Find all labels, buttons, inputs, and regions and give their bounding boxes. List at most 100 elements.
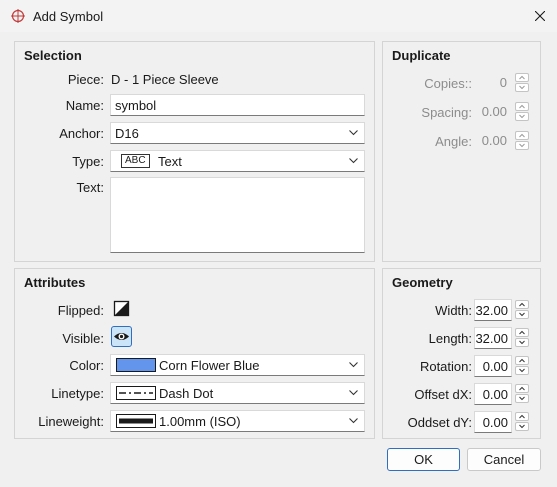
piece-label: Piece: bbox=[67, 72, 104, 87]
width-up-arrow[interactable] bbox=[515, 300, 529, 309]
chevron-up-icon bbox=[519, 414, 525, 419]
copies-value: 0 bbox=[499, 75, 507, 90]
spacing-value: 0.00 bbox=[481, 104, 507, 119]
app-crosshair-icon bbox=[11, 9, 25, 23]
chevron-down-icon bbox=[519, 424, 525, 429]
chevron-up-icon bbox=[519, 75, 525, 80]
chevron-up-icon bbox=[519, 330, 525, 335]
chevron-up-icon bbox=[519, 104, 525, 109]
chevron-down-icon bbox=[349, 362, 358, 368]
chevron-down-icon bbox=[519, 143, 525, 148]
offset-dy-label: Oddset dY: bbox=[407, 415, 472, 430]
offset-dx-spinner[interactable]: 0.00 bbox=[474, 383, 529, 405]
lineweight-select[interactable]: 1.00mm (ISO) bbox=[110, 410, 365, 432]
chevron-up-icon bbox=[519, 358, 525, 363]
name-input-value: symbol bbox=[115, 98, 157, 113]
cancel-button[interactable]: Cancel bbox=[467, 448, 541, 471]
text-area[interactable] bbox=[110, 177, 365, 253]
color-label: Color: bbox=[69, 358, 104, 373]
offset-dx-value[interactable]: 0.00 bbox=[474, 383, 512, 405]
close-icon bbox=[535, 11, 545, 21]
anchor-select-value: D16 bbox=[115, 126, 139, 141]
linetype-label: Linetype: bbox=[51, 386, 104, 401]
chevron-up-icon bbox=[519, 386, 525, 391]
thick-line-icon bbox=[116, 414, 156, 428]
text-type-icon: ABC bbox=[121, 154, 150, 168]
flipped-label: Flipped: bbox=[57, 303, 104, 318]
anchor-select[interactable]: D16 bbox=[110, 122, 365, 144]
copies-spinner: 0 bbox=[476, 72, 529, 94]
chevron-down-icon bbox=[519, 340, 525, 345]
width-label: Width: bbox=[435, 303, 472, 318]
angle-value: 0.00 bbox=[481, 133, 507, 148]
linetype-select-value: Dash Dot bbox=[159, 386, 214, 401]
linetype-select[interactable]: Dash Dot bbox=[110, 382, 365, 404]
offset-dy-down-arrow[interactable] bbox=[515, 422, 529, 431]
chevron-down-icon bbox=[349, 158, 358, 164]
offset-dy-up-arrow[interactable] bbox=[515, 412, 529, 421]
lineweight-label: Lineweight: bbox=[38, 414, 104, 429]
chevron-down-icon bbox=[519, 312, 525, 317]
width-spinner[interactable]: 32.00 bbox=[474, 299, 529, 321]
flipped-toggle[interactable] bbox=[112, 299, 131, 318]
spacing-down-arrow bbox=[515, 112, 529, 121]
spacing-label: Spacing: bbox=[421, 105, 472, 120]
visible-toggle[interactable] bbox=[111, 326, 132, 347]
ok-button[interactable]: OK bbox=[387, 448, 460, 471]
chevron-down-icon bbox=[519, 368, 525, 373]
type-select[interactable]: ABC Text bbox=[110, 150, 365, 172]
eye-icon bbox=[114, 333, 129, 340]
attributes-title: Attributes bbox=[24, 275, 86, 290]
offset-dy-spinner[interactable]: 0.00 bbox=[474, 411, 529, 433]
rotation-value[interactable]: 0.00 bbox=[474, 355, 512, 377]
color-select[interactable]: Corn Flower Blue bbox=[110, 354, 365, 376]
copies-down-arrow bbox=[515, 83, 529, 92]
chevron-down-icon bbox=[519, 114, 525, 119]
offset-dx-up-arrow[interactable] bbox=[515, 384, 529, 393]
window-title: Add Symbol bbox=[33, 9, 104, 24]
spacing-spinner: 0.00 bbox=[476, 101, 529, 123]
name-input[interactable]: symbol bbox=[110, 94, 365, 116]
width-value[interactable]: 32.00 bbox=[474, 299, 512, 321]
visible-label: Visible: bbox=[62, 331, 104, 346]
angle-down-arrow bbox=[515, 141, 529, 150]
color-swatch bbox=[116, 358, 156, 372]
spacing-up-arrow bbox=[515, 102, 529, 111]
text-label: Text: bbox=[76, 180, 104, 195]
duplicate-title: Duplicate bbox=[392, 48, 451, 63]
anchor-label: Anchor: bbox=[59, 126, 104, 141]
close-button[interactable] bbox=[523, 0, 557, 32]
rotation-down-arrow[interactable] bbox=[515, 366, 529, 375]
chevron-down-icon bbox=[349, 130, 358, 136]
type-select-value: Text bbox=[158, 154, 182, 169]
length-value[interactable]: 32.00 bbox=[474, 327, 512, 349]
flip-icon bbox=[113, 300, 130, 317]
color-select-value: Corn Flower Blue bbox=[159, 358, 260, 373]
rotation-spinner[interactable]: 0.00 bbox=[474, 355, 529, 377]
chevron-up-icon bbox=[519, 302, 525, 307]
chevron-down-icon bbox=[349, 418, 358, 424]
offset-dx-label: Offset dX: bbox=[414, 387, 472, 402]
offset-dx-down-arrow[interactable] bbox=[515, 394, 529, 403]
offset-dy-value[interactable]: 0.00 bbox=[474, 411, 512, 433]
chevron-down-icon bbox=[519, 396, 525, 401]
geometry-title: Geometry bbox=[392, 275, 453, 290]
name-label: Name: bbox=[65, 98, 104, 113]
angle-up-arrow bbox=[515, 131, 529, 140]
width-down-arrow[interactable] bbox=[515, 310, 529, 319]
copies-up-arrow bbox=[515, 73, 529, 82]
title-bar: Add Symbol bbox=[0, 0, 557, 32]
piece-value: D - 1 Piece Sleeve bbox=[111, 72, 219, 87]
rotation-up-arrow[interactable] bbox=[515, 356, 529, 365]
length-label: Length: bbox=[428, 331, 472, 346]
dash-dot-line-icon bbox=[116, 386, 156, 400]
type-label: Type: bbox=[72, 154, 104, 169]
copies-label: Copies:: bbox=[424, 76, 472, 91]
length-up-arrow[interactable] bbox=[515, 328, 529, 337]
chevron-down-icon bbox=[519, 85, 525, 90]
chevron-up-icon bbox=[519, 133, 525, 138]
lineweight-select-value: 1.00mm (ISO) bbox=[159, 414, 241, 429]
length-down-arrow[interactable] bbox=[515, 338, 529, 347]
length-spinner[interactable]: 32.00 bbox=[474, 327, 529, 349]
rotation-label: Rotation: bbox=[419, 359, 472, 374]
